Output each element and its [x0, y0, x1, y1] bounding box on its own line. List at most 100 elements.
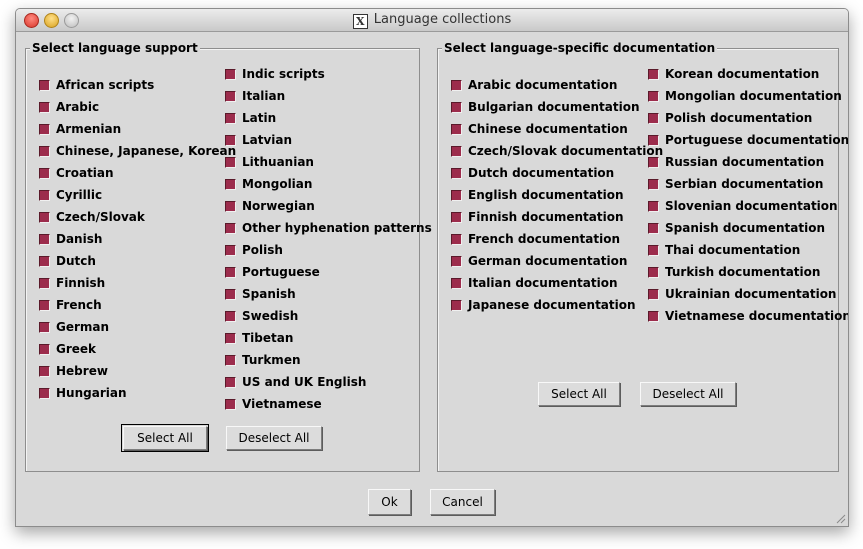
documentation-checkbox-label: Portuguese documentation: [665, 133, 849, 147]
language-checkbox-label: Vietnamese: [242, 397, 322, 411]
language-checkbox-label: Hebrew: [56, 364, 108, 378]
checked-checkbox[interactable]: [451, 190, 462, 201]
ok-button[interactable]: Ok: [368, 489, 411, 515]
cancel-button[interactable]: Cancel: [430, 489, 495, 515]
checked-checkbox[interactable]: [39, 278, 50, 289]
documentation-checkbox-label: Russian documentation: [665, 155, 825, 169]
checked-checkbox[interactable]: [39, 300, 50, 311]
checked-checkbox[interactable]: [225, 245, 236, 256]
checked-checkbox[interactable]: [648, 201, 659, 212]
checked-checkbox[interactable]: [225, 399, 236, 410]
checked-checkbox[interactable]: [648, 157, 659, 168]
checked-checkbox[interactable]: [648, 289, 659, 300]
checked-checkbox[interactable]: [225, 201, 236, 212]
language-checkbox-label: Lithuanian: [242, 155, 314, 169]
documentation-checkbox-label: Serbian documentation: [665, 177, 824, 191]
documentation-title: Select language-specific documentation: [442, 41, 718, 55]
language-checkbox-label: US and UK English: [242, 375, 367, 389]
checked-checkbox[interactable]: [225, 91, 236, 102]
documentation-checkbox-label: Arabic documentation: [468, 78, 618, 92]
checked-checkbox[interactable]: [225, 311, 236, 322]
checked-checkbox[interactable]: [648, 179, 659, 190]
checked-checkbox[interactable]: [451, 168, 462, 179]
checked-checkbox[interactable]: [39, 366, 50, 377]
documentation-checkbox-label: Spanish documentation: [665, 221, 825, 235]
language-checkbox-label: Norwegian: [242, 199, 315, 213]
language-checkbox-label: Hungarian: [56, 386, 127, 400]
documentation-checkbox-label: Italian documentation: [468, 276, 618, 290]
checked-checkbox[interactable]: [451, 278, 462, 289]
checked-checkbox[interactable]: [648, 135, 659, 146]
checked-checkbox[interactable]: [39, 344, 50, 355]
language-deselect-all-button[interactable]: Deselect All: [226, 426, 322, 450]
language-checkbox-label: German: [56, 320, 110, 334]
checked-checkbox[interactable]: [225, 289, 236, 300]
checked-checkbox[interactable]: [225, 135, 236, 146]
checked-checkbox[interactable]: [225, 355, 236, 366]
checked-checkbox[interactable]: [39, 124, 50, 135]
language-checkbox-label: Other hyphenation patterns: [242, 221, 432, 235]
language-checkbox-label: Italian: [242, 89, 286, 103]
checked-checkbox[interactable]: [39, 168, 50, 179]
checked-checkbox[interactable]: [648, 113, 659, 124]
documentation-checkbox-label: Dutch documentation: [468, 166, 615, 180]
checked-checkbox[interactable]: [451, 212, 462, 223]
title-bar: X Language collections: [16, 9, 848, 32]
checked-checkbox[interactable]: [225, 333, 236, 344]
checked-checkbox[interactable]: [39, 102, 50, 113]
language-checkbox-label: Spanish: [242, 287, 296, 301]
language-checkbox-label: Arabic: [56, 100, 100, 114]
x11-icon: X: [352, 14, 368, 29]
checked-checkbox[interactable]: [39, 388, 50, 399]
checked-checkbox[interactable]: [39, 256, 50, 267]
checked-checkbox[interactable]: [451, 124, 462, 135]
checked-checkbox[interactable]: [451, 80, 462, 91]
checked-checkbox[interactable]: [39, 234, 50, 245]
documentation-checkbox-label: Finnish documentation: [468, 210, 624, 224]
checked-checkbox[interactable]: [451, 234, 462, 245]
checked-checkbox[interactable]: [648, 267, 659, 278]
checked-checkbox[interactable]: [225, 69, 236, 80]
checked-checkbox[interactable]: [451, 256, 462, 267]
documentation-checkbox-label: Mongolian documentation: [665, 89, 842, 103]
checked-checkbox[interactable]: [648, 223, 659, 234]
language-checkbox-label: Tibetan: [242, 331, 294, 345]
checked-checkbox[interactable]: [225, 377, 236, 388]
checked-checkbox[interactable]: [39, 80, 50, 91]
checked-checkbox[interactable]: [451, 102, 462, 113]
language-select-all-button[interactable]: Select All: [121, 424, 209, 452]
checked-checkbox[interactable]: [225, 267, 236, 278]
checked-checkbox[interactable]: [648, 91, 659, 102]
documentation-deselect-all-button[interactable]: Deselect All: [640, 382, 736, 406]
checked-checkbox[interactable]: [39, 212, 50, 223]
documentation-checkbox-label: French documentation: [468, 232, 621, 246]
checked-checkbox[interactable]: [39, 146, 50, 157]
documentation-checkbox-label: Ukrainian documentation: [665, 287, 837, 301]
documentation-select-all-button[interactable]: Select All: [538, 382, 620, 406]
checked-checkbox[interactable]: [648, 311, 659, 322]
resize-grip-icon[interactable]: [834, 512, 846, 524]
language-checkbox-label: Swedish: [242, 309, 299, 323]
documentation-checkbox-label: English documentation: [468, 188, 624, 202]
language-support-group: Select language support African scripts A…: [25, 41, 432, 472]
checked-checkbox[interactable]: [225, 157, 236, 168]
language-checkbox-label: Latin: [242, 111, 277, 125]
language-checkbox-label: Cyrillic: [56, 188, 103, 202]
checked-checkbox[interactable]: [648, 69, 659, 80]
documentation-checkbox-label: German documentation: [468, 254, 628, 268]
language-checkbox-label: Portuguese: [242, 265, 320, 279]
checked-checkbox[interactable]: [39, 190, 50, 201]
checked-checkbox[interactable]: [39, 322, 50, 333]
checked-checkbox[interactable]: [225, 179, 236, 190]
checked-checkbox[interactable]: [451, 300, 462, 311]
language-checkbox-label: Polish: [242, 243, 283, 257]
checked-checkbox[interactable]: [648, 245, 659, 256]
language-checkbox-label: Croatian: [56, 166, 114, 180]
checked-checkbox[interactable]: [451, 146, 462, 157]
documentation-checkbox-label: Vietnamese documentation: [665, 309, 849, 323]
language-checkbox-label: Chinese, Japanese, Korean: [56, 144, 237, 158]
checked-checkbox[interactable]: [225, 223, 236, 234]
window-title: Language collections: [373, 12, 512, 27]
language-checkbox-label: Finnish: [56, 276, 106, 290]
checked-checkbox[interactable]: [225, 113, 236, 124]
